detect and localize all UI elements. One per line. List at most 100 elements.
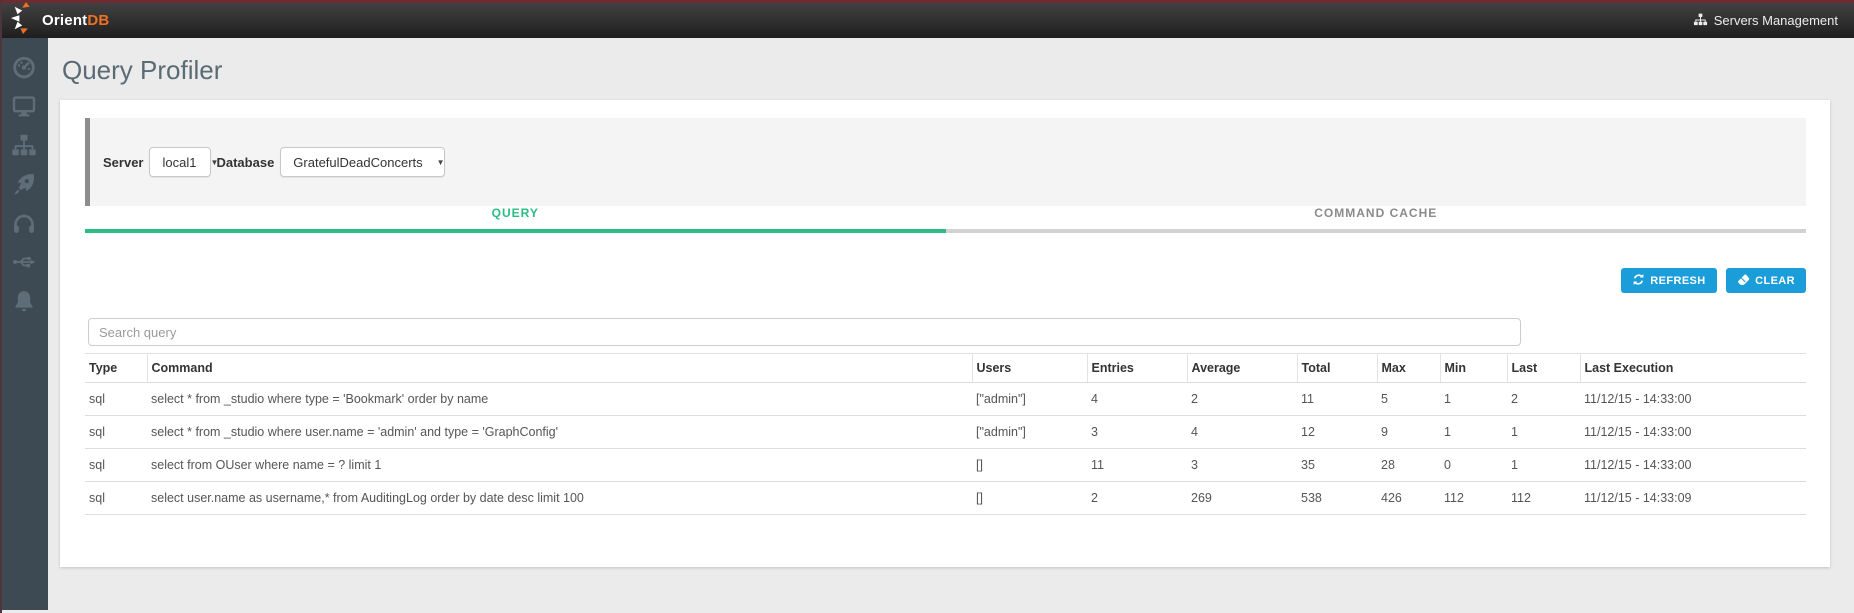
- table-cell: 4: [1087, 383, 1187, 416]
- table-row: sqlselect user.name as username,* from A…: [85, 482, 1806, 515]
- bell-icon: [11, 288, 37, 314]
- table-cell: 9: [1377, 416, 1440, 449]
- table-cell: select from OUser where name = ? limit 1: [147, 449, 972, 482]
- server-label: Server: [103, 155, 143, 170]
- table-cell: 35: [1297, 449, 1377, 482]
- column-header-users: Users: [972, 354, 1087, 383]
- table-cell: 2: [1087, 482, 1187, 515]
- sitemap-icon: [1693, 12, 1708, 30]
- chevron-down-icon: ▼: [437, 158, 445, 167]
- table-cell: 269: [1187, 482, 1297, 515]
- table-row: sqlselect * from _studio where user.name…: [85, 416, 1806, 449]
- table-cell: select user.name as username,* from Audi…: [147, 482, 972, 515]
- main-content: Query Profiler Server local1 ▼ Database …: [48, 38, 1854, 610]
- server-select-value: local1: [162, 155, 196, 170]
- table-cell: 5: [1377, 383, 1440, 416]
- table-row: sqlselect from OUser where name = ? limi…: [85, 449, 1806, 482]
- table-cell: 112: [1507, 482, 1580, 515]
- page-title: Query Profiler: [62, 55, 1854, 86]
- table-cell: 1: [1440, 383, 1507, 416]
- refresh-button[interactable]: REFRESH: [1621, 268, 1716, 293]
- table-cell: 11: [1087, 449, 1187, 482]
- sidebar-item-query-profiler[interactable]: [10, 171, 38, 197]
- table-cell: 11/12/15 - 14:33:00: [1580, 449, 1806, 482]
- table-cell: 0: [1440, 449, 1507, 482]
- search-query-input[interactable]: [88, 318, 1521, 346]
- monitor-icon: [11, 93, 37, 119]
- orientdb-logo[interactable]: OrientDB: [10, 2, 109, 39]
- sidebar-item-cluster[interactable]: [10, 132, 38, 158]
- tab-query[interactable]: QUERY: [85, 206, 946, 233]
- table-cell: 426: [1377, 482, 1440, 515]
- table-cell: 112: [1440, 482, 1507, 515]
- tab-command-cache[interactable]: COMMAND CACHE: [946, 206, 1807, 233]
- table-cell: select * from _studio where user.name = …: [147, 416, 972, 449]
- table-cell: 4: [1187, 416, 1297, 449]
- clear-button-label: CLEAR: [1755, 275, 1795, 287]
- table-cell: []: [972, 482, 1087, 515]
- servers-management-link[interactable]: Servers Management: [1693, 12, 1838, 30]
- table-cell: 3: [1187, 449, 1297, 482]
- database-select[interactable]: GratefulDeadConcerts ▼: [280, 147, 445, 177]
- table-cell: 11/12/15 - 14:33:00: [1580, 383, 1806, 416]
- table-cell: 2: [1187, 383, 1297, 416]
- sidebar-item-alerts[interactable]: [10, 288, 38, 314]
- refresh-button-label: REFRESH: [1650, 275, 1705, 287]
- table-cell: ["admin"]: [972, 416, 1087, 449]
- table-cell: sql: [85, 383, 147, 416]
- table-cell: 2: [1507, 383, 1580, 416]
- profiler-table: TypeCommandUsersEntriesAverageTotalMaxMi…: [85, 353, 1806, 515]
- table-cell: sql: [85, 416, 147, 449]
- screen: OrientDB Servers Management: [0, 0, 1854, 613]
- top-navbar: OrientDB Servers Management: [0, 0, 1854, 38]
- column-header-min: Min: [1440, 354, 1507, 383]
- left-edge-stripe: [0, 0, 2, 613]
- table-cell: 11/12/15 - 14:33:00: [1580, 416, 1806, 449]
- column-header-entries: Entries: [1087, 354, 1187, 383]
- column-header-command: Command: [147, 354, 972, 383]
- sitemap-icon: [11, 132, 37, 158]
- eraser-icon: [1737, 273, 1750, 289]
- table-cell: ["admin"]: [972, 383, 1087, 416]
- toolbar: REFRESH CLEAR: [85, 268, 1806, 293]
- table-cell: 538: [1297, 482, 1377, 515]
- orientdb-logo-text: OrientDB: [42, 12, 109, 29]
- column-header-type: Type: [85, 354, 147, 383]
- table-cell: 1: [1507, 449, 1580, 482]
- table-cell: sql: [85, 449, 147, 482]
- table-cell: 1: [1507, 416, 1580, 449]
- tab-bar: QUERY COMMAND CACHE: [85, 206, 1806, 233]
- table-cell: 11: [1297, 383, 1377, 416]
- database-select-value: GratefulDeadConcerts: [293, 155, 422, 170]
- column-header-last-execution: Last Execution: [1580, 354, 1806, 383]
- gauge-icon: [11, 54, 37, 80]
- table-cell: sql: [85, 482, 147, 515]
- profiler-card: Server local1 ▼ Database GratefulDeadCon…: [60, 100, 1830, 567]
- column-header-average: Average: [1187, 354, 1297, 383]
- table-cell: select * from _studio where type = 'Book…: [147, 383, 972, 416]
- table-cell: 1: [1440, 416, 1507, 449]
- table-cell: 28: [1377, 449, 1440, 482]
- column-header-max: Max: [1377, 354, 1440, 383]
- sidebar-item-servers[interactable]: [10, 93, 38, 119]
- sidebar-item-auditing[interactable]: [10, 210, 38, 236]
- table-cell: []: [972, 449, 1087, 482]
- refresh-icon: [1632, 273, 1645, 289]
- sidebar-item-dashboard[interactable]: [10, 54, 38, 80]
- filter-band: Server local1 ▼ Database GratefulDeadCon…: [85, 118, 1806, 206]
- orientdb-starburst-icon: [10, 2, 40, 39]
- servers-management-label: Servers Management: [1714, 13, 1838, 28]
- headphones-icon: [11, 210, 37, 236]
- table-cell: 3: [1087, 416, 1187, 449]
- table-cell: 12: [1297, 416, 1377, 449]
- column-header-last: Last: [1507, 354, 1580, 383]
- clear-button[interactable]: CLEAR: [1726, 268, 1806, 293]
- sidebar-item-plugins[interactable]: [10, 249, 38, 275]
- table-cell: 11/12/15 - 14:33:09: [1580, 482, 1806, 515]
- database-label: Database: [216, 155, 274, 170]
- table-row: sqlselect * from _studio where type = 'B…: [85, 383, 1806, 416]
- sidebar: [0, 38, 48, 610]
- server-select[interactable]: local1 ▼: [149, 147, 211, 177]
- usb-icon: [11, 249, 37, 275]
- column-header-total: Total: [1297, 354, 1377, 383]
